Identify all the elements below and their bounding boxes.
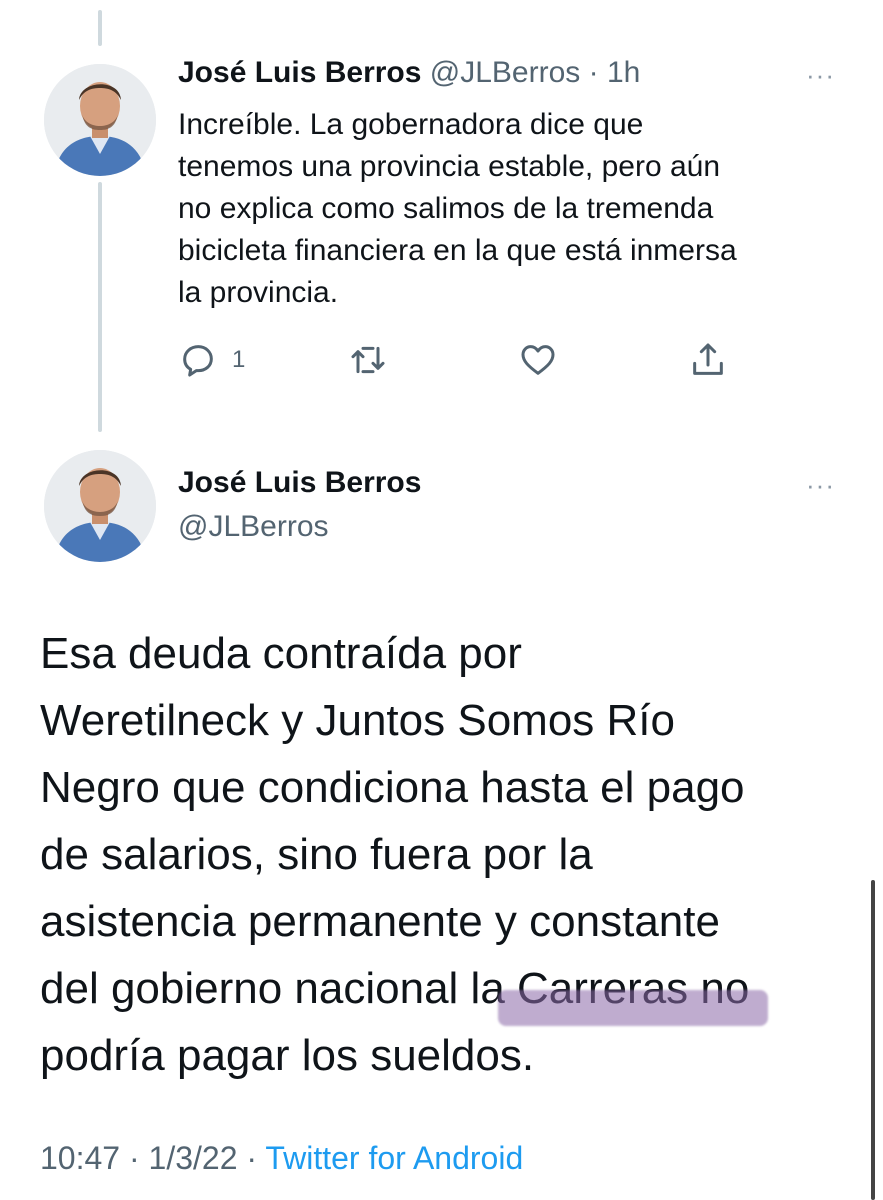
thread-line-middle <box>98 182 102 432</box>
share-icon <box>693 343 723 375</box>
like-icon <box>521 345 555 375</box>
tweet-meta: 10:47 · 1/3/22 · Twitter for Android <box>40 1140 523 1177</box>
thread-line-top <box>98 10 102 46</box>
more-options-button[interactable]: ··· <box>806 62 835 88</box>
avatar-photo <box>44 450 156 562</box>
tweet-header: José Luis Berros @JLBerros · 1h <box>178 56 640 90</box>
dot-separator: · <box>237 1140 266 1176</box>
reply-icon <box>183 345 213 377</box>
like-button[interactable] <box>518 340 558 380</box>
retweet-button[interactable] <box>348 340 388 380</box>
more-options-button[interactable]: ··· <box>806 472 835 498</box>
highlight-mark <box>498 990 768 1026</box>
reply-count: 1 <box>232 346 246 373</box>
tweet-actions: 1 <box>178 340 778 390</box>
tweet-date[interactable]: 1/3/22 <box>149 1140 238 1176</box>
avatar-photo <box>44 64 156 176</box>
tweet-time[interactable]: 1h <box>607 56 640 89</box>
avatar[interactable] <box>44 64 156 176</box>
source-link[interactable]: Twitter for Android <box>265 1140 523 1176</box>
author-handle[interactable]: @JLBerros <box>430 56 581 89</box>
avatar[interactable] <box>44 450 156 562</box>
tweet-text: Increíble. La gobernadora dice que tenem… <box>178 108 737 309</box>
scrollbar[interactable] <box>871 880 875 1200</box>
dot-separator: · <box>120 1140 149 1176</box>
author-handle[interactable]: @JLBerros <box>178 510 329 544</box>
tweet-time[interactable]: 10:47 <box>40 1140 120 1176</box>
retweet-icon <box>351 346 385 374</box>
dot-separator: · <box>580 56 607 89</box>
author-name[interactable]: José Luis Berros <box>178 56 421 89</box>
share-button[interactable] <box>688 340 728 380</box>
author-name[interactable]: José Luis Berros <box>178 466 421 500</box>
reply-button[interactable]: 1 <box>178 340 245 380</box>
